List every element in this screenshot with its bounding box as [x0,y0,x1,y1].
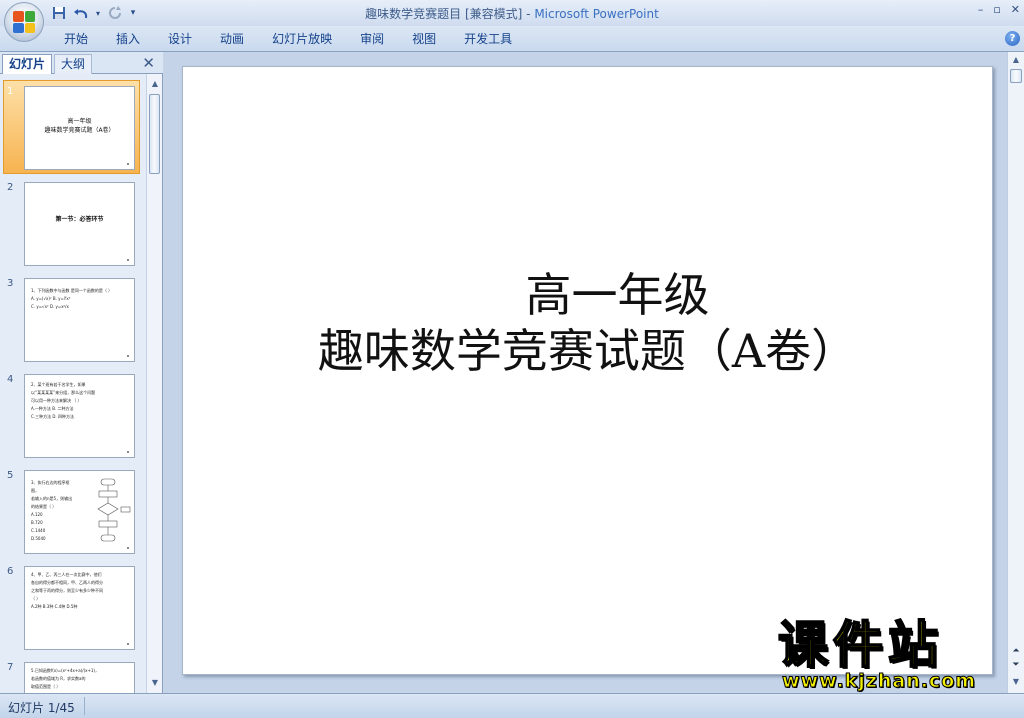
thumbnail-row-6[interactable]: 6 4、甲、乙、丙三人在一次比赛中，他们 各自的得分都不相同，甲、乙两人的得分 … [0,560,146,656]
slide-counter: 幻灯片 1/45 [8,701,75,715]
slide-title[interactable]: 高一年级 趣味数学竞赛试题（A卷） [183,267,992,379]
thumbnail-text: 4、甲、乙、丙三人在一次比赛中，他们 各自的得分都不相同，甲、乙两人的得分 之和… [31,572,103,609]
ribbon: 开始 插入 设计 动画 幻灯片放映 审阅 视图 开发工具 ? [0,26,1024,52]
close-button[interactable]: ✕ [1011,3,1020,16]
tab-slides[interactable]: 幻灯片 [2,54,53,74]
status-bar: 幻灯片 1/45 [0,693,1024,718]
thumbnail-number: 6 [7,566,14,577]
thumbnail-row-1[interactable]: 1 高一年级 趣味数学竞赛试题（A卷） [0,80,146,176]
tab-view[interactable]: 视图 [398,30,450,48]
thumbnail-row-7[interactable]: 7 5.已知函数f(x)=(x²+4x+a)/(x+1)， 若函数的值域为 R，… [0,656,146,693]
slide-thumbnail[interactable]: 3、执行右边的程序框图， 若输入的n是5，则输出 的结果是（ ） A.120 B… [24,470,135,554]
status-separator [84,697,85,715]
thumbnail-marker [127,643,129,645]
thumbnail-marker [127,259,129,261]
window-title: 趣味数学竞赛题目 [兼容模式] - Microsoft PowerPoint [0,5,1024,22]
thumbnail-marker [127,163,129,165]
scroll-down-icon[interactable]: ▼ [1008,674,1024,690]
scroll-thumb[interactable] [149,94,160,174]
office-button[interactable] [4,2,44,42]
document-title: 趣味数学竞赛题目 [兼容模式] - [365,7,535,21]
slide-thumbnail[interactable]: 5.已知函数f(x)=(x²+4x+a)/(x+1)， 若函数的值域为 R，求实… [24,662,135,693]
thumbnail-number: 1 [7,86,14,97]
tab-slideshow[interactable]: 幻灯片放映 [258,30,346,48]
minimize-button[interactable]: – [978,3,984,16]
next-slide-icon[interactable]: ⏷ [1008,658,1024,672]
tab-home[interactable]: 开始 [50,30,102,48]
title-bar: ▾ ▾ 趣味数学竞赛题目 [兼容模式] - Microsoft PowerPoi… [0,0,1024,42]
thumbnail-number: 5 [7,470,14,481]
ribbon-tabs: 开始 插入 设计 动画 幻灯片放映 审阅 视图 开发工具 [50,30,526,48]
slide-thumbnail-list: 1 高一年级 趣味数学竞赛试题（A卷） 2 第一节：必答环节 3 1、下列函数中… [0,74,146,693]
tab-insert[interactable]: 插入 [102,30,154,48]
app-name: Microsoft PowerPoint [534,7,659,21]
slide-title-line-1: 高一年级 [525,268,710,322]
flowchart-icon [97,478,131,542]
slide-title-line-2: 趣味数学竞赛试题（A卷） [317,324,858,378]
thumbnail-title: 第一节：必答环节 [55,216,104,223]
tab-review[interactable]: 审阅 [346,30,398,48]
help-icon[interactable]: ? [1005,31,1020,46]
watermark-logo: 课件站 [777,616,943,674]
thumbnail-row-4[interactable]: 4 2、某个班有若干名学生，如果 以“某某某某”来分组，那么这个问题 可以用一种… [0,368,146,464]
thumbnail-number: 2 [7,182,14,193]
slide-thumbnail[interactable]: 4、甲、乙、丙三人在一次比赛中，他们 各自的得分都不相同，甲、乙两人的得分 之和… [24,566,135,650]
slide-thumbnail[interactable]: 高一年级 趣味数学竞赛试题（A卷） [24,86,135,170]
slide-scrollbar[interactable]: ▲ ⏶ ⏷ ▼ [1007,52,1024,693]
thumbnail-row-3[interactable]: 3 1、下列函数中与函数 是同一个函数的是（ ） A. y=(√x)² B. y… [0,272,146,368]
thumbnail-row-2[interactable]: 2 第一节：必答环节 [0,176,146,272]
slide-thumbnail[interactable]: 2、某个班有若干名学生，如果 以“某某某某”来分组，那么这个问题 可以用一种方法… [24,374,135,458]
restore-button[interactable]: ▫ [993,3,1000,16]
scroll-up-icon[interactable]: ▲ [147,76,163,92]
slide-thumbnail[interactable]: 1、下列函数中与函数 是同一个函数的是（ ） A. y=(√x)² B. y=∛… [24,278,135,362]
thumbnail-title: 高一年级 趣味数学竞赛试题（A卷） [44,118,115,134]
pane-close-icon[interactable]: ✕ [142,54,155,72]
thumbnail-text: 3、执行右边的程序框图， 若输入的n是5，则输出 的结果是（ ） A.120 B… [31,480,73,541]
thumbnail-text: 2、某个班有若干名学生，如果 以“某某某某”来分组，那么这个问题 可以用一种方法… [31,382,96,419]
scroll-thumb[interactable] [1010,69,1022,83]
tab-developer[interactable]: 开发工具 [450,30,526,48]
thumbnail-marker [127,451,129,453]
scroll-up-icon[interactable]: ▲ [1008,52,1024,68]
thumbnail-number: 3 [7,278,14,289]
current-slide[interactable]: 高一年级 趣味数学竞赛试题（A卷） [182,66,993,675]
window-controls: – ▫ ✕ [978,3,1020,16]
watermark-url: www.kjzhan.com [781,670,977,693]
thumbnail-number: 7 [7,662,14,673]
thumbnail-row-5[interactable]: 5 3、执行右边的程序框图， 若输入的n是5，则输出 的结果是（ ） A.120… [0,464,146,560]
previous-slide-icon[interactable]: ⏶ [1008,644,1024,658]
slide-thumbnail[interactable]: 第一节：必答环节 [24,182,135,266]
slide-editor: 高一年级 趣味数学竞赛试题（A卷） ▲ ⏶ ⏷ ▼ [164,52,1024,693]
scroll-down-icon[interactable]: ▼ [147,675,163,691]
office-logo-icon [13,11,35,33]
tab-animations[interactable]: 动画 [206,30,258,48]
thumbnail-number: 4 [7,374,14,385]
thumbnail-marker [127,547,129,549]
thumbnail-text: 1、下列函数中与函数 是同一个函数的是（ ） A. y=(√x)² B. y=∛… [31,288,113,309]
tab-design[interactable]: 设计 [154,30,206,48]
pane-tabs: 幻灯片 大纲 ✕ [0,52,163,74]
thumbnail-text: 5.已知函数f(x)=(x²+4x+a)/(x+1)， 若函数的值域为 R，求实… [31,668,99,689]
thumbnail-marker [127,355,129,357]
slides-pane: 幻灯片 大纲 ✕ 1 高一年级 趣味数学竞赛试题（A卷） 2 第一节：必答环节 … [0,52,163,693]
tab-outline[interactable]: 大纲 [54,54,93,74]
thumbnail-scrollbar[interactable]: ▲ ▼ [146,74,162,693]
